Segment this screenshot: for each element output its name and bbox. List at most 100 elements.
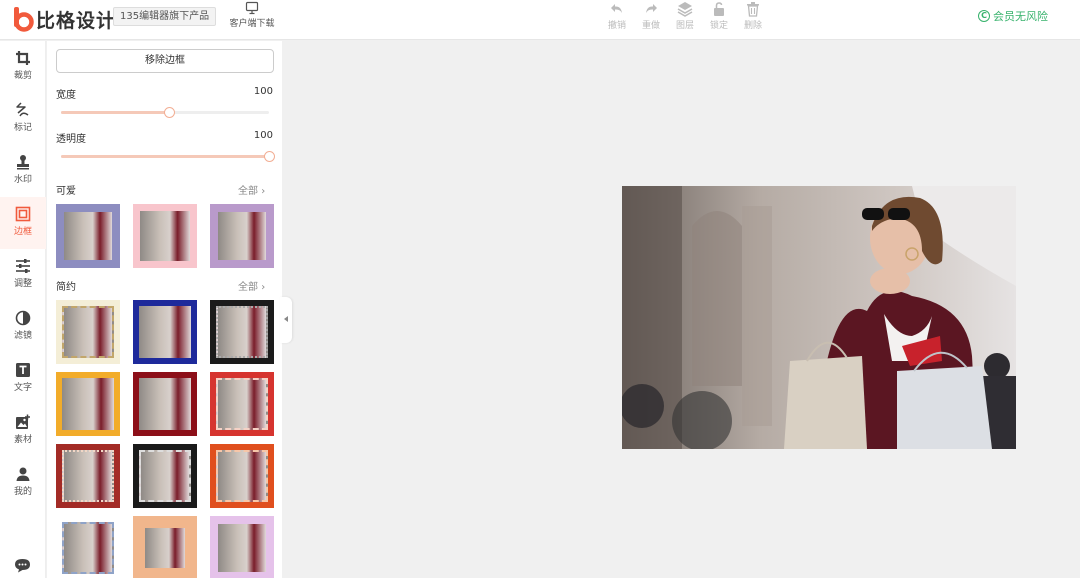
frame-thumbnail[interactable] (56, 204, 120, 268)
frame-thumbnail[interactable] (133, 372, 197, 436)
redo-label: 重做 (641, 21, 660, 31)
client-download-label: 客户端下载 (229, 19, 275, 29)
toolbar: 撤销 重做 图层 锁定 删除 (600, 0, 770, 40)
image-add-icon (0, 414, 46, 430)
redo-icon (634, 1, 668, 17)
nav-label: 我的 (13, 487, 32, 497)
opacity-slider[interactable] (61, 151, 275, 162)
crop-icon (0, 50, 46, 66)
frame-thumbnail[interactable] (210, 444, 274, 508)
width-slider[interactable] (61, 107, 269, 118)
layers-button[interactable]: 图层 (668, 0, 702, 40)
monitor-icon (228, 1, 276, 15)
section-title-simple: 简约 (56, 282, 76, 293)
frame-thumbnail[interactable] (56, 372, 120, 436)
thumbnail-photo (139, 450, 191, 502)
sliders-icon (0, 258, 46, 274)
chat-icon[interactable] (14, 558, 31, 577)
stamp-icon (0, 154, 46, 170)
width-label: 宽度 (56, 90, 76, 101)
nav-item-text[interactable]: 文字 (0, 353, 46, 405)
collapse-panel-toggle[interactable] (280, 297, 292, 343)
remove-border-button[interactable]: 移除边框 (56, 49, 274, 73)
nav-item-crop[interactable]: 裁剪 (0, 41, 46, 93)
frame-icon (0, 206, 46, 222)
layers-icon (668, 1, 702, 17)
frame-thumbnail[interactable] (133, 300, 197, 364)
undo-button[interactable]: 撤销 (600, 0, 634, 40)
canvas-photo[interactable] (622, 186, 1016, 449)
lock-button[interactable]: 锁定 (702, 0, 736, 40)
nav-label: 调整 (13, 279, 32, 289)
thumbnail-photo (62, 522, 114, 574)
thumbnail-photo (145, 528, 185, 568)
user-icon (0, 466, 46, 482)
text-icon (0, 362, 46, 378)
logo-b-icon (12, 6, 34, 32)
thumbnail-photo (139, 306, 191, 358)
nav-item-watermark[interactable]: 水印 (0, 145, 46, 197)
nav-label: 边框 (13, 227, 32, 237)
mark-icon (0, 102, 46, 118)
nav-item-mine[interactable]: 我的 (0, 457, 46, 509)
product-tag[interactable]: 135编辑器旗下产品 (113, 7, 217, 26)
nav-item-filter[interactable]: 滤镜 (0, 301, 46, 353)
opacity-value: 100 (253, 130, 273, 141)
layers-label: 图层 (675, 21, 694, 31)
opacity-slider-fill (61, 155, 269, 158)
trash-icon (736, 1, 770, 17)
width-slider-handle[interactable] (164, 107, 176, 118)
photo-illustration (622, 186, 1016, 449)
view-all-label: 全部 (238, 282, 258, 293)
redo-button[interactable]: 重做 (634, 0, 668, 40)
nav-label: 滤镜 (13, 331, 32, 341)
copyright-c-icon: C (978, 10, 990, 22)
lock-label: 锁定 (709, 21, 728, 31)
nav-label: 标记 (13, 123, 32, 133)
thumbnail-photo (62, 450, 114, 502)
view-all-cute-link[interactable]: 全部 › (238, 182, 265, 197)
thumbnail-photo (62, 378, 114, 430)
frame-thumbnail[interactable] (133, 204, 197, 268)
nav-item-material[interactable]: 素材 (0, 405, 46, 457)
width-value: 100 (253, 86, 273, 97)
thumbnail-photo (64, 212, 112, 260)
frame-settings-panel: 移除边框 宽度 100 透明度 100 可爱 全部 › 简约 全部 › (47, 41, 282, 578)
thumbnail-photo (216, 450, 268, 502)
thumbnail-photo (218, 524, 266, 572)
chevron-right-icon: › (261, 186, 266, 197)
nav-item-mark[interactable]: 标记 (0, 93, 46, 145)
nav-label: 素材 (13, 435, 32, 445)
nav-item-adjust[interactable]: 调整 (0, 249, 46, 301)
frame-thumbnail[interactable] (133, 516, 197, 578)
left-nav: 裁剪 标记 水印 边框 调整 滤镜 文字 素材 我的 (0, 41, 46, 578)
frame-thumbnail[interactable] (210, 516, 274, 578)
section-title-cute: 可爱 (56, 186, 76, 197)
frame-thumbnail[interactable] (56, 300, 120, 364)
frame-thumbnail[interactable] (210, 372, 274, 436)
chevron-right-icon: › (261, 282, 266, 293)
logo[interactable]: 比格设计 (12, 5, 116, 33)
frame-thumbnail[interactable] (56, 516, 120, 578)
nav-item-frame[interactable]: 边框 (0, 197, 46, 249)
delete-label: 删除 (743, 21, 762, 31)
thumbnail-photo (139, 378, 191, 430)
frame-thumbnail[interactable] (210, 204, 274, 268)
opacity-slider-handle[interactable] (264, 151, 275, 162)
filter-icon (0, 310, 46, 326)
frame-thumbnail[interactable] (133, 444, 197, 508)
delete-button[interactable]: 删除 (736, 0, 770, 40)
thumbnail-photo (140, 211, 190, 261)
member-link[interactable]: C 会员无风险 (978, 8, 1048, 24)
logo-text: 比格设计 (36, 9, 117, 32)
thumbnail-photo (218, 212, 266, 260)
nav-label: 水印 (13, 175, 32, 185)
client-download-button[interactable]: 客户端下载 (228, 1, 276, 29)
frame-thumbnail[interactable] (210, 300, 274, 364)
unlock-icon (702, 1, 736, 17)
view-all-simple-link[interactable]: 全部 › (238, 278, 265, 293)
nav-label: 裁剪 (13, 71, 32, 81)
frame-thumbnail[interactable] (56, 444, 120, 508)
undo-icon (600, 1, 634, 17)
top-bar: 比格设计 135编辑器旗下产品 客户端下载 撤销 重做 图层 锁定 删除 C 会… (0, 0, 1080, 40)
